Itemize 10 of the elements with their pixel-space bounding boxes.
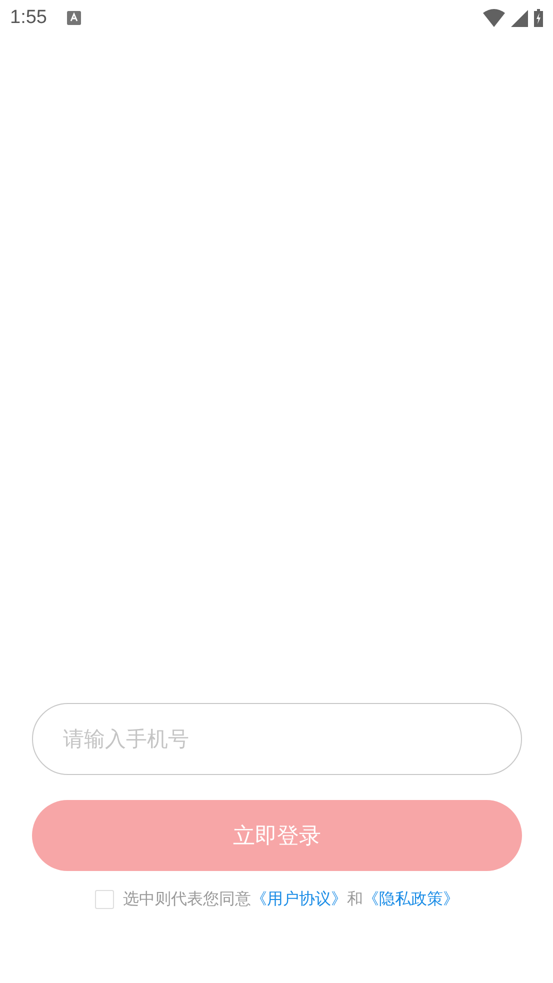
signal-icon xyxy=(511,10,528,26)
agreement-text: 选中则代表您同意《用户协议》和《隐私政策》 xyxy=(123,889,459,910)
agreement-checkbox[interactable] xyxy=(95,890,114,909)
keyboard-notification-icon xyxy=(66,11,81,25)
user-agreement-link[interactable]: 《用户协议》 xyxy=(251,889,347,908)
battery-charging-icon xyxy=(534,9,543,27)
status-time: 1:55 xyxy=(10,7,47,29)
wifi-icon xyxy=(483,9,505,27)
privacy-policy-link[interactable]: 《隐私政策》 xyxy=(363,889,459,908)
phone-input-field[interactable]: 请输入手机号 xyxy=(32,703,522,775)
